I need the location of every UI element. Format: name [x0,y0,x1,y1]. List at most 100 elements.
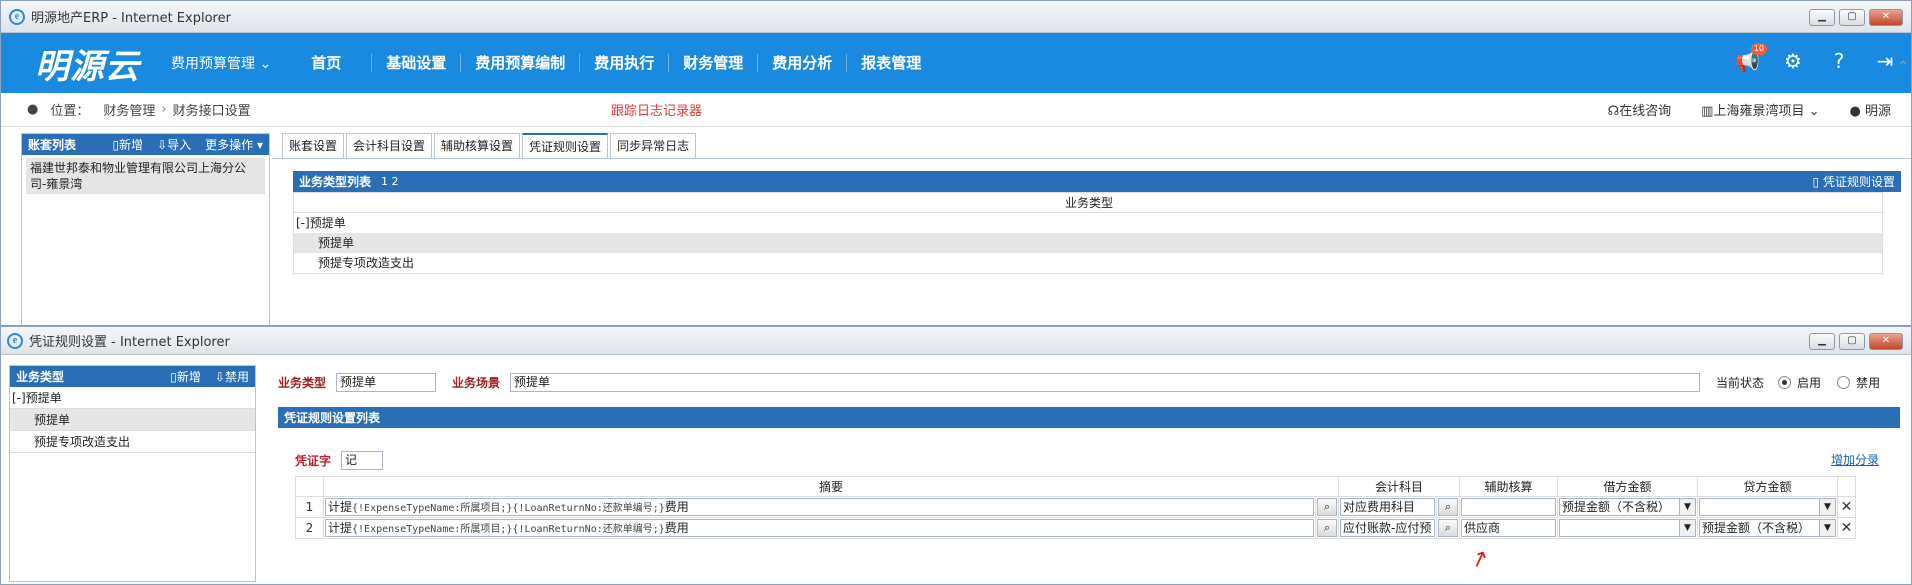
aux-field[interactable]: 供应商 [1461,519,1556,537]
list-item[interactable]: 预提单 [294,233,1882,253]
row-number: 2 [295,517,324,539]
column-account: 会计科目 [1338,476,1460,497]
rule-table: 摘要 会计科目 辅助核算 借方金额 贷方金额 1 计提{!ExpenseType… [295,476,1856,539]
online-consult-link[interactable]: ☊在线咨询 [1608,100,1672,119]
summary-field[interactable]: 计提{!ExpenseTypeName:所属项目;}{!LoanReturnNo… [325,519,1314,537]
list-header: 业务类型列表 1 2 ▯ 凭证规则设置 [293,171,1901,192]
add-button[interactable]: ▯新增 [170,368,201,385]
column-debit: 借方金额 [1557,476,1698,497]
maximize-button[interactable]: ▢ [1839,333,1865,350]
nav-basic-settings[interactable]: 基础设置 [372,54,462,72]
maximize-button[interactable]: ▢ [1839,9,1865,26]
breadcrumb-item[interactable]: 财务管理 [103,100,155,119]
chevron-right-icon: › [161,102,167,117]
table-row: 1 计提{!ExpenseTypeName:所属项目;}{!LoanReturn… [295,496,1856,518]
delete-icon[interactable]: ✕ [1837,496,1856,518]
panel-title: 业务类型 [16,370,65,384]
tree-item[interactable]: 预提单 [10,409,255,431]
megaphone-icon[interactable]: 📢 10 [1735,43,1767,73]
main-window: e 明源地产ERP - Internet Explorer ▁ ▢ ✕ 明源云 … [0,0,1912,326]
debit-select[interactable]: ▼ [1559,519,1696,537]
list-item[interactable]: [-]预提单 [294,213,1882,233]
business-type-panel: 业务类型 ▯新增 ⇩禁用 [-]预提单 预提单 预提专项改造支出 [9,365,256,582]
enabled-radio[interactable] [1778,375,1792,389]
credit-select[interactable]: ▼ [1699,498,1836,516]
window-title: 明源地产ERP - Internet Explorer [31,11,231,26]
title-bar: e 凭证规则设置 - Internet Explorer ▁ ▢ ✕ [1,327,1911,355]
trace-log-link[interactable]: 跟踪日志记录器 [611,100,702,119]
chevron-down-icon: ▼ [1819,520,1835,536]
import-button[interactable]: ⇩导入 [157,136,191,153]
account-field[interactable]: 应付账款-应付预 [1340,519,1435,537]
summary-field[interactable]: 计提{!ExpenseTypeName:所属项目;}{!LoanReturnNo… [325,498,1314,516]
voucher-char-row: 凭证字 记 [295,451,384,470]
rule-list-block: 凭证规则设置列表 [278,407,1900,428]
delete-icon[interactable]: ✕ [1837,517,1856,539]
tree-item[interactable]: [-]预提单 [10,387,255,409]
pagination[interactable]: 1 2 [381,175,399,188]
status-group: 当前状态 启用 禁用 [1716,374,1880,391]
credit-select[interactable]: 预提金额（不含税） ▼ [1699,519,1836,537]
search-icon[interactable]: ⌕ [1317,498,1337,516]
aux-field[interactable] [1461,498,1556,516]
tab-accounting-subject[interactable]: 会计科目设置 [346,133,433,159]
minimize-button[interactable]: ▁ [1809,333,1835,350]
ie-icon: e [7,332,23,349]
minimize-button[interactable]: ▁ [1809,9,1835,26]
close-button[interactable]: ✕ [1869,9,1903,26]
location-pin-icon: ● [27,102,39,117]
business-scene-field[interactable]: 预提单 [510,372,1701,392]
add-entry-link[interactable]: 增加分录 [1831,451,1879,468]
tree-item[interactable]: 预提专项改造支出 [10,431,255,453]
business-type-label: 业务类型 [278,375,327,390]
business-type-field[interactable]: 预提单 [336,372,437,392]
more-actions-button[interactable]: 更多操作 ▾ [205,136,263,153]
top-navigation: 明源云 费用预算管理 ⌄ 首页 基础设置 费用预算编制 费用执行 财务管理 费用… [1,33,1911,93]
tab-voucher-rules[interactable]: 凭证规则设置 [522,133,609,159]
ie-icon: e [9,8,25,25]
chevron-down-icon: ▼ [1679,499,1695,515]
tab-sync-errors[interactable]: 同步异常日志 [610,133,697,159]
document-icon: ▯ [1812,175,1820,189]
column-aux: 辅助核算 [1459,476,1558,497]
business-type-list: 业务类型列表 1 2 ▯ 凭证规则设置 业务类型 [-]预提单 预提单 预提专项… [293,171,1901,274]
account-field[interactable]: 对应费用科目 [1340,498,1435,516]
search-icon[interactable]: ⌕ [1317,519,1337,537]
chevron-down-icon: ▼ [1819,499,1835,515]
nav-expense-analysis[interactable]: 费用分析 [758,54,848,72]
title-bar: e 明源地产ERP - Internet Explorer ▁ ▢ ✕ [1,1,1911,33]
column-header: 业务类型 [294,193,1884,213]
search-icon[interactable]: ⌕ [1438,498,1458,516]
panel-title: 账套列表 [28,138,77,152]
voucher-rule-button[interactable]: ▯ 凭证规则设置 [1813,173,1895,190]
list-item[interactable]: 预提专项改造支出 [294,253,1882,273]
voucher-char-label: 凭证字 [295,454,332,468]
building-icon: ▥ [1701,104,1714,119]
nav-home[interactable]: 首页 [297,54,373,72]
disable-button[interactable]: ⇩禁用 [215,368,249,385]
rule-list-header: 凭证规则设置列表 [278,407,1900,428]
nav-budget-compile[interactable]: 费用预算编制 [461,54,581,72]
enabled-label: 启用 [1797,375,1822,390]
voucher-char-field[interactable]: 记 [341,451,384,470]
company-item[interactable]: 福建世邦泰和物业管理有限公司上海分公司-雍景湾 [26,158,265,194]
add-button[interactable]: ▯新增 [112,136,143,153]
gear-icon[interactable]: ⚙ [1781,49,1805,73]
nav-reports[interactable]: 报表管理 [847,54,935,72]
nav-expense-exec[interactable]: 费用执行 [580,54,670,72]
user-menu[interactable]: ● 明源 [1850,100,1892,119]
tab-account-set[interactable]: 账套设置 [282,133,345,159]
scroll-up-icon[interactable]: ⌃ [1897,59,1909,75]
search-icon[interactable]: ⌕ [1438,519,1458,537]
debit-select[interactable]: 预提金额（不含税） ▼ [1559,498,1696,516]
tab-aux-accounting[interactable]: 辅助核算设置 [434,133,521,159]
disabled-radio[interactable] [1837,375,1851,389]
module-dropdown[interactable]: 费用预算管理 ⌄ [171,53,271,73]
nav-finance[interactable]: 财务管理 [669,54,759,72]
logout-icon[interactable]: ⇥ [1873,49,1897,73]
breadcrumb-item[interactable]: 财务接口设置 [173,100,251,119]
help-icon[interactable]: ? [1827,49,1851,73]
project-selector[interactable]: ▥上海雍景湾项目 ⌄ [1701,100,1819,119]
document-icon: ▯ [170,370,177,384]
close-button[interactable]: ✕ [1869,333,1903,350]
